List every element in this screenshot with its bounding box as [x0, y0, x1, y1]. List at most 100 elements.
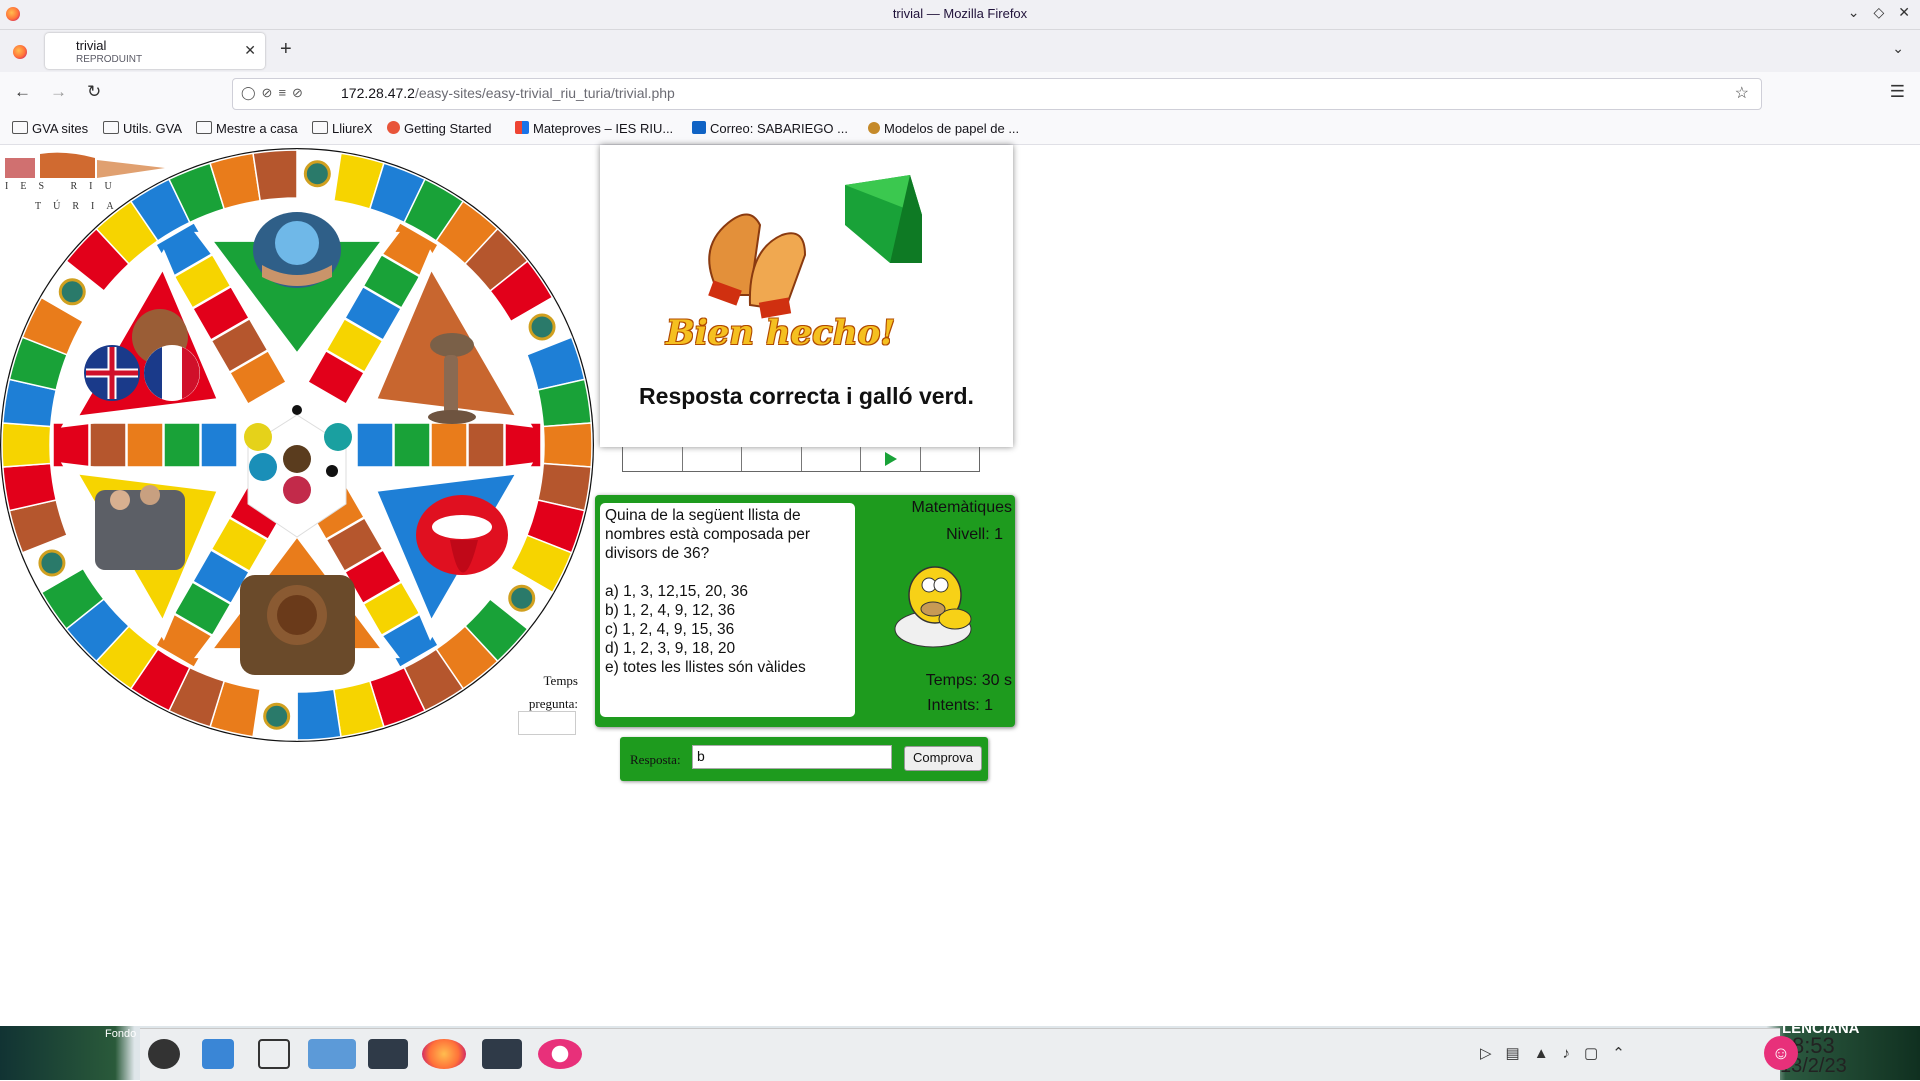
user-icon[interactable]: ☺	[1764, 1036, 1798, 1070]
board-spoke-square	[393, 422, 431, 468]
navigation-bar: ← → ↻ ◯⊘≡⊘ 172.28.47.2/easy-sites/easy-t…	[0, 72, 1920, 114]
board-square	[1, 422, 52, 468]
play-icon	[885, 452, 897, 466]
gear-icon	[868, 122, 880, 134]
forward-icon[interactable]: →	[50, 82, 67, 102]
app-launcher-icon[interactable]	[148, 1039, 180, 1069]
earth-hands-image	[253, 212, 341, 288]
cheese-medal-icon	[303, 160, 331, 188]
board-spoke-square	[467, 422, 505, 468]
question-text: Quina de la següent llista de nombres es…	[605, 507, 811, 562]
folder-icon	[103, 121, 119, 134]
back-icon[interactable]: ←	[14, 82, 31, 102]
board-square	[252, 149, 298, 202]
file-manager-icon[interactable]	[308, 1039, 356, 1069]
lliurex-app-icon[interactable]	[538, 1039, 582, 1069]
bookmark-correo[interactable]: Correo: SABARIEGO ...	[692, 121, 848, 136]
firefox-taskbar-icon[interactable]	[422, 1039, 466, 1069]
answer-label: Resposta:	[630, 752, 681, 767]
progress-cell	[742, 447, 802, 471]
board-spoke-square	[126, 422, 164, 468]
option-d: d) 1, 2, 3, 9, 18, 20	[605, 640, 736, 657]
site-info-icons[interactable]: ◯⊘≡⊘	[241, 85, 309, 101]
board-spoke-square	[430, 422, 468, 468]
board-square	[296, 688, 342, 741]
board-spoke-square	[356, 422, 394, 468]
bookmark-star-icon[interactable]: ☆	[1735, 83, 1749, 103]
desktop-icon[interactable]	[258, 1039, 290, 1069]
well-done-text: Bien hecho!	[666, 313, 896, 353]
option-b: b) 1, 2, 4, 9, 12, 36	[605, 602, 736, 619]
mateproves-icon	[515, 121, 529, 134]
firefox-view-icon[interactable]	[13, 45, 27, 59]
list-all-tabs-icon[interactable]: ⌄	[1892, 40, 1904, 57]
tab-trivial[interactable]: trivial REPRODUINT ✕	[45, 33, 265, 69]
bookmark-gva-sites[interactable]: GVA sites	[12, 121, 88, 136]
board-spoke-square	[504, 422, 542, 468]
ies-riu-turia-logo: IES RIU TÚRIA	[5, 150, 175, 212]
category-label: Matemàtiques	[911, 499, 1013, 516]
wallpaper-label: Fondo	[105, 1028, 137, 1040]
cheese-medal-icon	[263, 702, 291, 730]
clapping-hands-icon	[708, 213, 807, 319]
feedback-message: Resposta correcta i galló verd.	[639, 383, 974, 409]
url-bar[interactable]: ◯⊘≡⊘ 172.28.47.2/easy-sites/easy-trivial…	[232, 78, 1762, 110]
question-panel: Quina de la següent llista de nombres es…	[595, 495, 1015, 727]
bookmark-mestre-a-casa[interactable]: Mestre a casa	[196, 121, 298, 136]
tab-close-icon[interactable]: ✕	[244, 42, 256, 59]
taskbar: ▷▤▲♪▢⌃ 8:53 13/2/23	[140, 1028, 1847, 1081]
uk-flag-image	[84, 345, 140, 401]
system-tray[interactable]: ▷▤▲♪▢⌃	[1480, 1044, 1639, 1062]
settings-icon[interactable]	[368, 1039, 408, 1069]
option-a: a) 1, 3, 12,15, 20, 36	[605, 583, 749, 600]
progress-track	[622, 447, 980, 472]
trivial-board[interactable]	[0, 145, 600, 745]
tab-title: trivial	[76, 38, 107, 53]
close-icon[interactable]: ✕	[1898, 4, 1910, 21]
option-c: c) 1, 2, 4, 9, 15, 36	[605, 621, 735, 638]
feedback-popup: Bien hecho! Resposta correcta i galló ve…	[600, 145, 1013, 447]
green-cheese-wedge-icon	[845, 175, 922, 263]
cheese-medal-icon	[528, 313, 556, 341]
bookmark-getting-started[interactable]: Getting Started	[387, 121, 491, 136]
progress-cell	[683, 447, 742, 471]
gladiator-image	[240, 575, 355, 675]
tab-subtitle: REPRODUINT	[76, 54, 143, 65]
homer-thinking-icon	[894, 566, 972, 648]
bookmark-modelos-papel[interactable]: Modelos de papel de ...	[868, 121, 1019, 136]
calculator-icon[interactable]	[482, 1039, 522, 1069]
hamburger-menu-icon[interactable]: ☰	[1890, 82, 1905, 102]
discover-icon[interactable]	[202, 1039, 234, 1069]
teenagers-image	[95, 485, 185, 570]
player-token	[292, 405, 302, 415]
attempts-label: Intents: 1	[927, 697, 993, 714]
board-spoke-square	[89, 422, 127, 468]
outlook-icon	[692, 121, 706, 134]
minimize-icon[interactable]: ⌄	[1848, 4, 1860, 21]
logo-graphic	[5, 152, 165, 178]
url-text[interactable]: 172.28.47.2/easy-sites/easy-trivial_riu_…	[341, 85, 675, 101]
rolling-stones-tongue-image	[416, 495, 508, 575]
answer-input[interactable]: b	[692, 745, 892, 769]
bookmark-lliurex[interactable]: LliureX	[312, 121, 372, 136]
page-content: IES RIU TÚRIA Temps pregunta: Bien hecho!…	[0, 145, 1920, 1025]
new-tab-icon[interactable]: +	[280, 38, 292, 61]
board-square	[542, 422, 593, 468]
maximize-icon[interactable]: ◇	[1873, 4, 1884, 21]
cheese-medal-icon	[38, 549, 66, 577]
france-flag-image	[144, 345, 200, 401]
cheese-medal-icon	[508, 584, 536, 612]
check-button[interactable]: Comprova	[904, 746, 982, 771]
bookmark-mateproves[interactable]: Mateproves – IES RIU...	[515, 121, 673, 136]
cheese-medal-icon	[58, 278, 86, 306]
board-spoke-square	[52, 422, 90, 468]
question-box: Quina de la següent llista de nombres es…	[600, 503, 855, 717]
progress-cell	[802, 447, 861, 471]
question-time-field[interactable]	[518, 711, 576, 735]
bookmark-utils-gva[interactable]: Utils. GVA	[103, 121, 182, 136]
bookmarks-toolbar: GVA sites Utils. GVA Mestre a casa Lliur…	[0, 114, 1920, 145]
board-spoke-square	[163, 422, 201, 468]
reload-icon[interactable]: ↻	[87, 82, 101, 102]
board-spoke-square	[200, 422, 238, 468]
option-e: e) totes les llistes són vàlides	[605, 659, 806, 676]
